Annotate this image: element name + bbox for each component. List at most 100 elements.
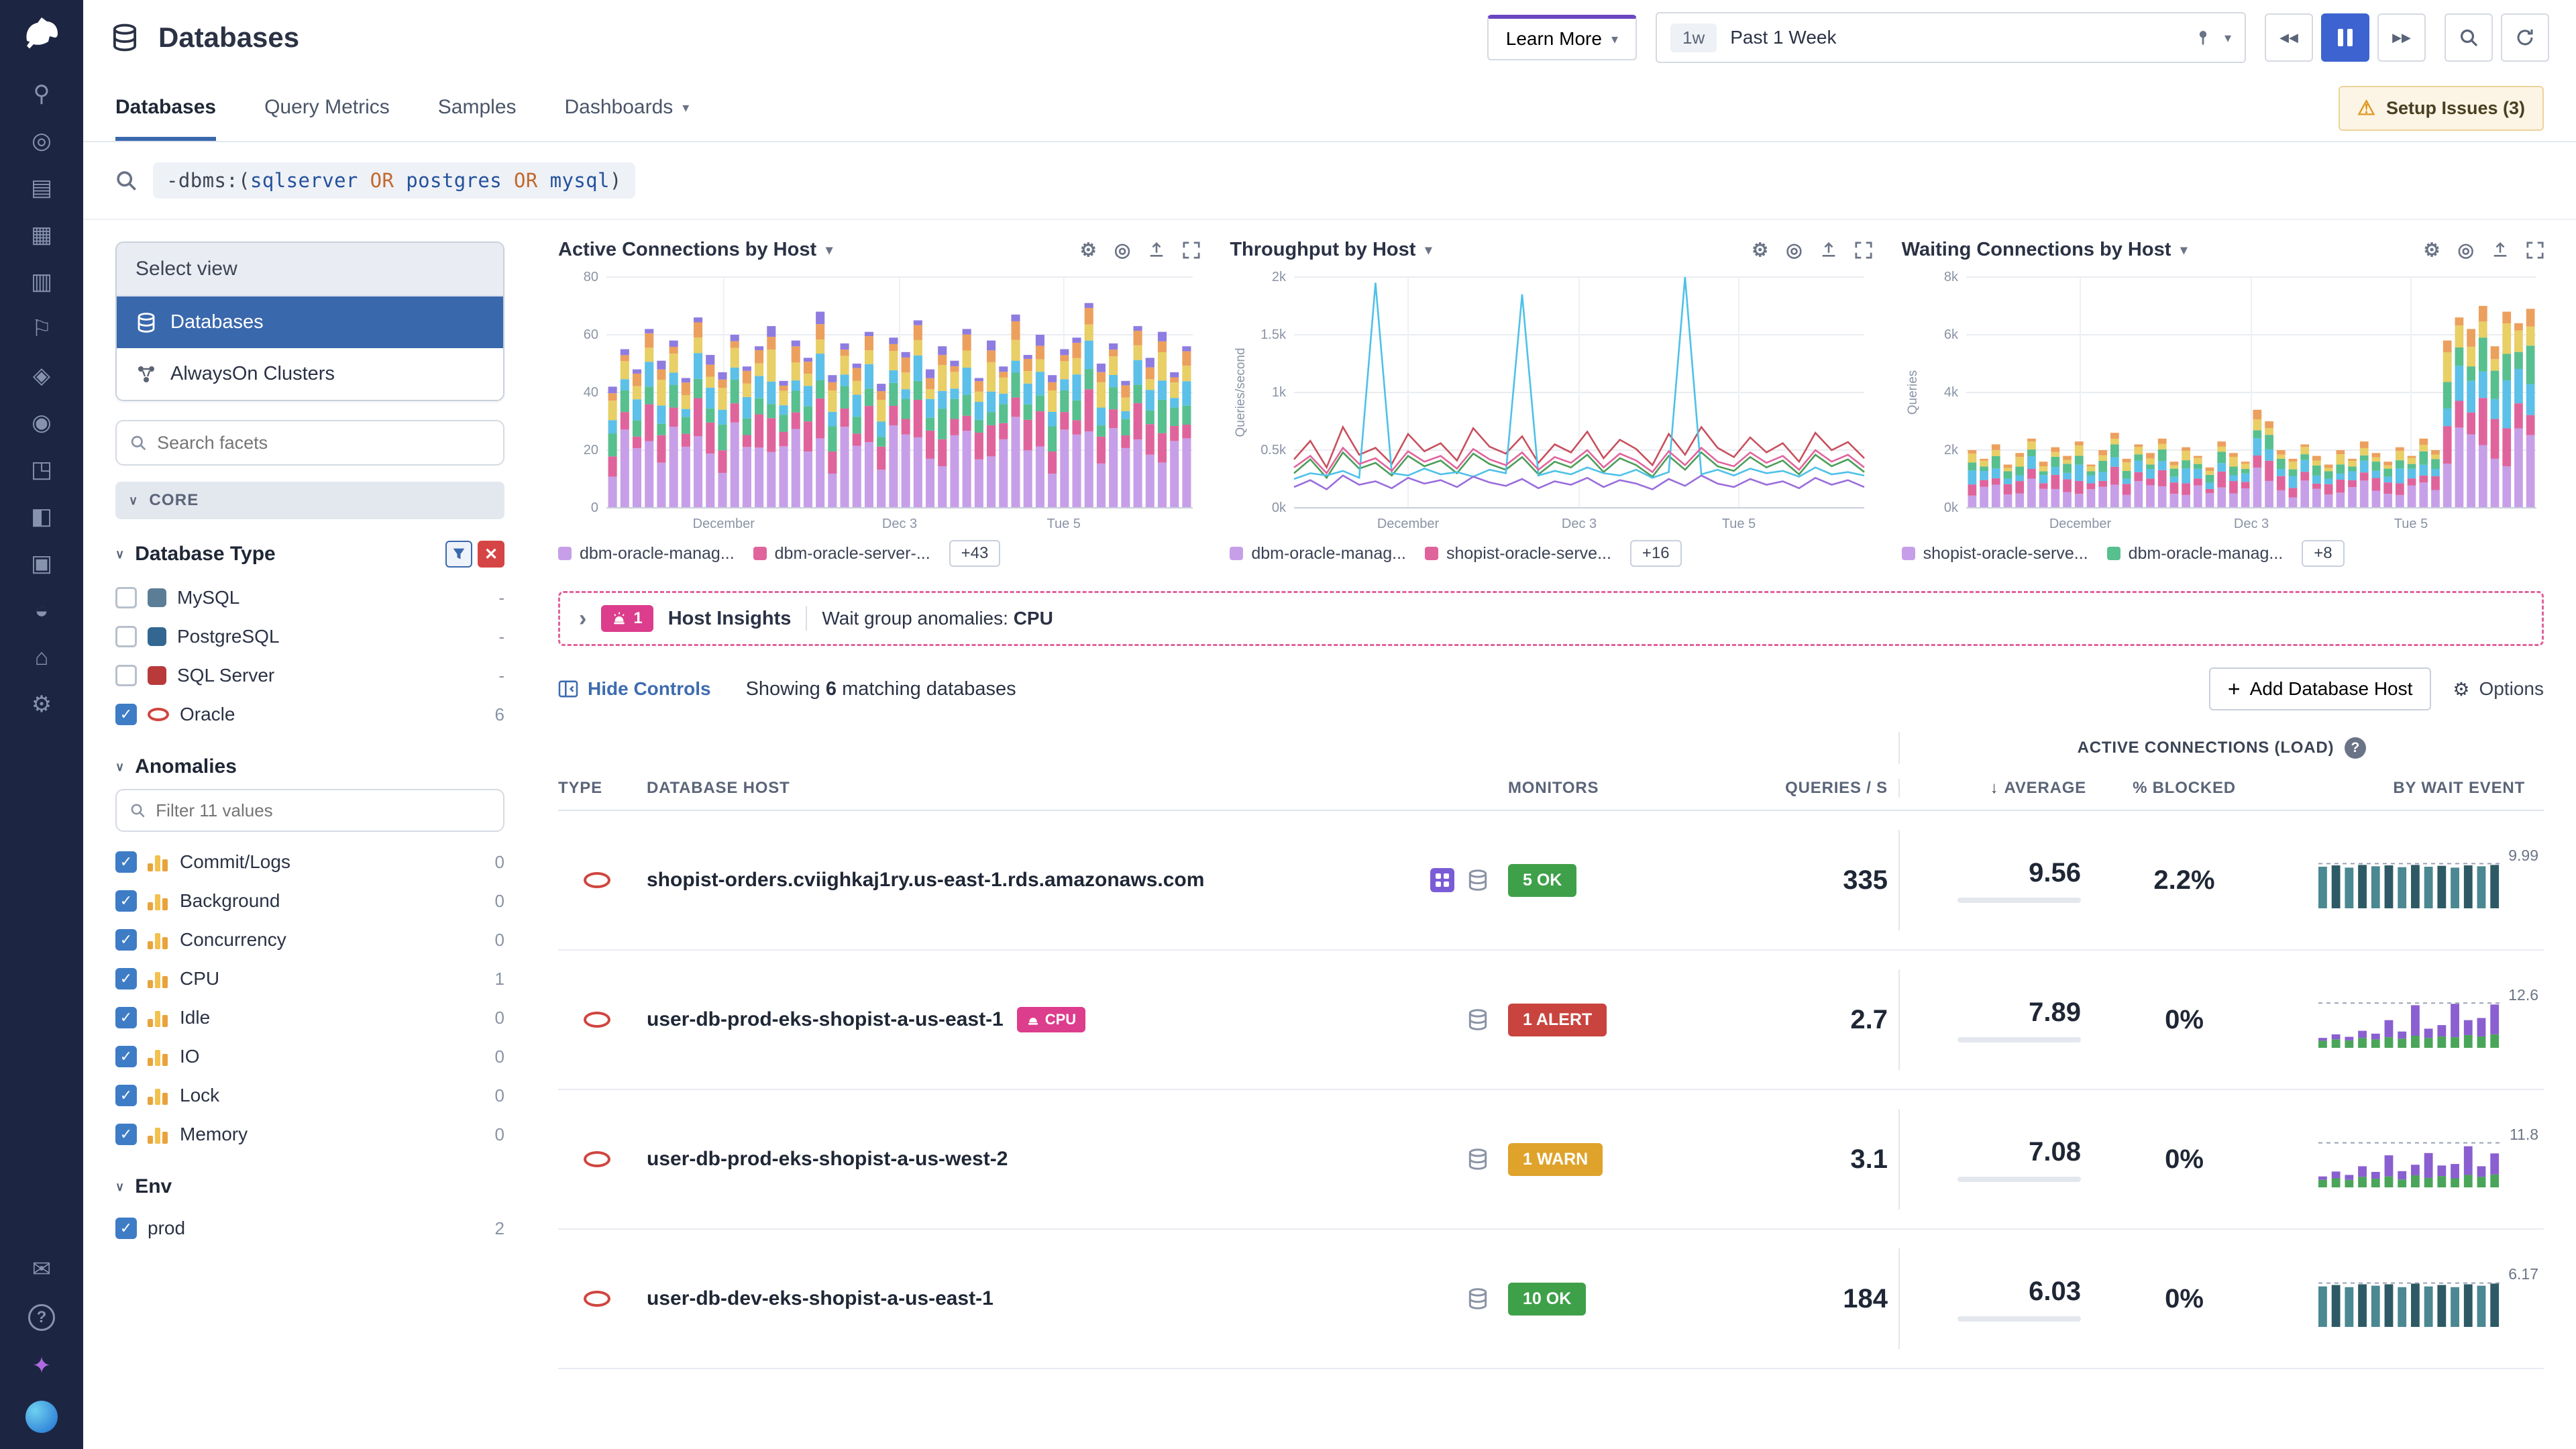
- wait-event-sparkline[interactable]: 6.17: [2318, 1268, 2533, 1330]
- integration-icon[interactable]: [1430, 868, 1454, 892]
- apm-icon[interactable]: ◈: [25, 362, 58, 389]
- search-query[interactable]: -dbms:(sqlserver OR postgres OR mysql): [153, 162, 635, 199]
- facet-item-oracle[interactable]: Oracle 6: [115, 695, 504, 734]
- gear-icon[interactable]: ⚙: [1752, 239, 1768, 261]
- checkbox-checked[interactable]: [115, 890, 137, 912]
- search-icon[interactable]: ⚲: [25, 80, 58, 107]
- cpu-anomaly-badge[interactable]: CPU: [1017, 1007, 1085, 1032]
- tab-samples[interactable]: Samples: [438, 75, 517, 141]
- checkbox-checked[interactable]: [115, 851, 137, 873]
- gear-icon[interactable]: ⚙: [1080, 239, 1097, 261]
- column-header-type[interactable]: TYPE: [558, 779, 636, 798]
- chart-plot-area[interactable]: 0k2k4k6k8kDecemberDec 3Tue 5Queries: [1902, 266, 2544, 535]
- database-icon[interactable]: [1466, 1008, 1489, 1031]
- database-host-link[interactable]: user-db-prod-eks-shopist-a-us-west-2: [647, 1148, 1008, 1171]
- chevron-down-icon[interactable]: ▾: [2224, 30, 2231, 46]
- tab-databases[interactable]: Databases: [115, 75, 216, 141]
- checkbox-checked[interactable]: [115, 1124, 137, 1145]
- facet-search[interactable]: [115, 420, 504, 466]
- column-header-monitors[interactable]: MONITORS: [1508, 779, 1709, 798]
- database-icon[interactable]: [1466, 869, 1489, 892]
- wait-event-sparkline[interactable]: 12.6: [2318, 989, 2533, 1051]
- snapshot-icon[interactable]: ◎: [2458, 239, 2474, 261]
- database-host-link[interactable]: user-db-dev-eks-shopist-a-us-east-1: [647, 1287, 994, 1310]
- setup-issues-button[interactable]: ⚠ Setup Issues (3): [2339, 86, 2544, 131]
- infrastructure-icon[interactable]: ⌂: [25, 644, 58, 671]
- chart-plot-area[interactable]: 0k0.5k1k1.5k2kDecemberDec 3Tue 5Queries/…: [1230, 266, 1872, 535]
- wait-event-sparkline[interactable]: 9.99: [2318, 849, 2533, 911]
- notebooks-icon[interactable]: ▣: [25, 550, 58, 577]
- user-avatar[interactable]: [25, 1401, 58, 1433]
- facet-item-memory[interactable]: Memory0: [115, 1115, 504, 1154]
- facet-item-lock[interactable]: Lock0: [115, 1076, 504, 1115]
- checkbox-checked[interactable]: [115, 1218, 137, 1239]
- table-row[interactable]: user-db-dev-eks-shopist-a-us-east-1 10 O…: [558, 1230, 2544, 1369]
- options-button[interactable]: ⚙ Options: [2453, 678, 2544, 700]
- checkbox-checked[interactable]: [115, 929, 137, 951]
- metrics-icon[interactable]: ▥: [25, 268, 58, 295]
- ci-icon[interactable]: ◳: [25, 456, 58, 483]
- checkbox-checked[interactable]: [115, 1085, 137, 1106]
- settings-icon[interactable]: ⚙: [25, 691, 58, 718]
- help-icon[interactable]: ?: [2345, 737, 2366, 759]
- rewind-button[interactable]: ◀◀: [2265, 13, 2313, 62]
- facet-item-commit-logs[interactable]: Commit/Logs0: [115, 843, 504, 881]
- chart-plot-area[interactable]: 020406080DecemberDec 3Tue 5: [558, 266, 1200, 535]
- database-icon[interactable]: [1466, 1148, 1489, 1171]
- fullscreen-icon[interactable]: [1183, 241, 1200, 259]
- facet-item-cpu[interactable]: CPU1: [115, 959, 504, 998]
- hide-controls-button[interactable]: Hide Controls: [558, 678, 711, 700]
- column-header-average[interactable]: ↓AVERAGE: [1898, 779, 2086, 798]
- tab-query-metrics[interactable]: Query Metrics: [264, 75, 390, 141]
- column-header-host[interactable]: DATABASE HOST: [647, 779, 1497, 798]
- time-range-picker[interactable]: 1w Past 1 Week ▾: [1656, 12, 2246, 63]
- legend-more-button[interactable]: +43: [949, 540, 1001, 567]
- column-header-wait-event[interactable]: BY WAIT EVENT: [2282, 779, 2544, 798]
- monitor-status-badge[interactable]: 5 OK: [1508, 864, 1576, 897]
- facet-header-database-type[interactable]: ∨ Database Type ✕: [115, 541, 504, 568]
- export-icon[interactable]: [1820, 241, 1837, 259]
- pause-button[interactable]: [2321, 13, 2369, 62]
- database-icon[interactable]: [1466, 1287, 1489, 1310]
- checkbox-checked[interactable]: [115, 1046, 137, 1067]
- sidebar-view-databases[interactable]: Databases: [117, 297, 503, 348]
- host-insights-banner[interactable]: › 1 Host Insights Wait group anomalies: …: [558, 591, 2544, 646]
- facet-item-mysql[interactable]: MySQL -: [115, 578, 504, 617]
- legend-item[interactable]: dbm-oracle-manag...: [558, 544, 735, 564]
- table-row[interactable]: shopist-orders.cviighkaj1ry.us-east-1.rd…: [558, 811, 2544, 951]
- help-icon[interactable]: ?: [28, 1304, 55, 1331]
- legend-item[interactable]: dbm-oracle-manag...: [2107, 544, 2284, 564]
- monitors-icon[interactable]: ⚐: [25, 315, 58, 342]
- column-header-blocked[interactable]: % BLOCKED: [2097, 779, 2271, 798]
- pin-icon[interactable]: [2195, 30, 2211, 46]
- checkbox-checked[interactable]: [115, 1007, 137, 1028]
- refresh-button[interactable]: [2501, 13, 2549, 62]
- facet-header-env[interactable]: ∨ Env: [115, 1175, 504, 1198]
- add-database-host-button[interactable]: + Add Database Host: [2209, 667, 2432, 710]
- legend-item[interactable]: shopist-oracle-serve...: [1425, 544, 1611, 564]
- zoom-search-button[interactable]: [2445, 13, 2493, 62]
- security-icon[interactable]: ◒: [25, 597, 58, 624]
- learn-more-button[interactable]: Learn More ▾: [1487, 15, 1637, 60]
- monitor-status-badge[interactable]: 1 WARN: [1508, 1143, 1603, 1176]
- database-host-link[interactable]: shopist-orders.cviighkaj1ry.us-east-1.rd…: [647, 869, 1204, 892]
- export-icon[interactable]: [1148, 241, 1165, 259]
- table-row[interactable]: user-db-prod-eks-shopist-a-us-west-2 1 W…: [558, 1090, 2544, 1230]
- chevron-right-icon[interactable]: ›: [579, 606, 586, 632]
- legend-more-button[interactable]: +8: [2302, 540, 2344, 567]
- gear-icon[interactable]: ⚙: [2423, 239, 2440, 261]
- snapshot-icon[interactable]: ◎: [1114, 239, 1130, 261]
- anomalies-filter[interactable]: [115, 789, 504, 832]
- facet-item-postgresql[interactable]: PostgreSQL -: [115, 617, 504, 656]
- chat-icon[interactable]: ✉: [25, 1256, 58, 1283]
- upgrade-icon[interactable]: ✦: [25, 1352, 58, 1379]
- synthetics-icon[interactable]: ◉: [25, 409, 58, 436]
- datadog-logo-icon[interactable]: [21, 13, 62, 59]
- fullscreen-icon[interactable]: [2526, 241, 2544, 259]
- chevron-down-icon[interactable]: ▾: [826, 241, 833, 258]
- checkbox[interactable]: [115, 626, 137, 647]
- chevron-down-icon[interactable]: ▾: [2180, 241, 2187, 258]
- export-icon[interactable]: [2491, 241, 2509, 259]
- facet-item-idle[interactable]: Idle0: [115, 998, 504, 1037]
- legend-item[interactable]: shopist-oracle-serve...: [1902, 544, 2088, 564]
